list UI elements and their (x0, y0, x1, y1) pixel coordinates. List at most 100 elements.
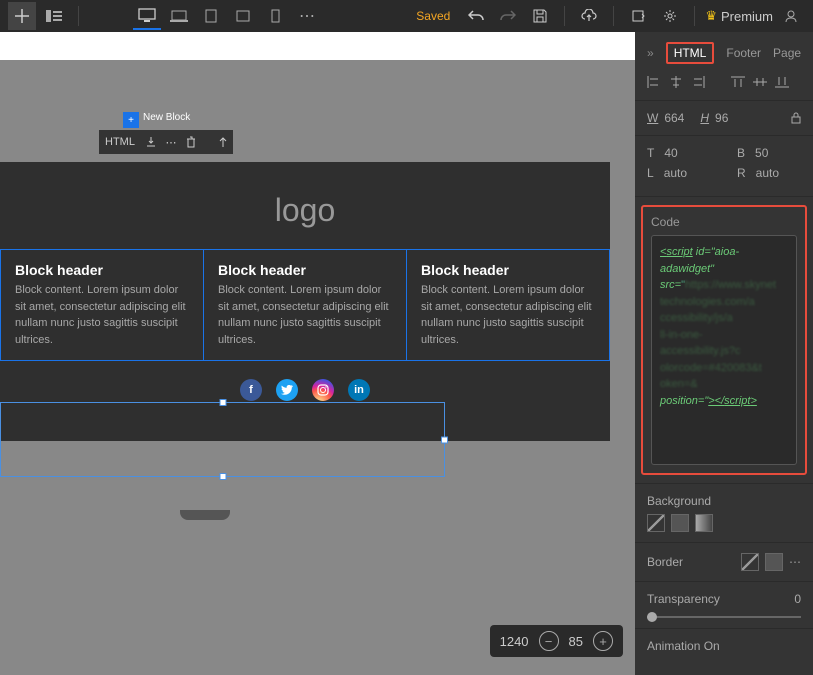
add-block-button[interactable]: + (123, 112, 139, 128)
tablet-icon (205, 9, 217, 23)
bg-none-button[interactable] (647, 514, 665, 532)
align-center-button[interactable] (669, 76, 685, 90)
separator (564, 6, 565, 26)
publish-button[interactable] (575, 2, 603, 30)
pos-top-value[interactable]: 40 (664, 146, 677, 160)
code-editor[interactable]: <script id="aioa-adawidget"src="https://… (651, 235, 797, 465)
alignment-controls (635, 72, 813, 101)
zoom-controls: 1240 − 85 + (490, 625, 623, 657)
canvas-width-value: 1240 (500, 634, 529, 649)
premium-label: Premium (721, 9, 773, 24)
download-block-button[interactable] (141, 136, 161, 148)
border-solid-button[interactable] (765, 553, 783, 571)
block-tab[interactable] (180, 510, 230, 520)
block-toolbar: + New Block HTML ⋯ (99, 130, 233, 154)
saved-status: Saved (416, 9, 450, 23)
device-laptop-button[interactable] (165, 2, 193, 30)
zoom-in-button[interactable]: + (593, 631, 613, 651)
user-icon (784, 9, 798, 23)
zoom-out-button[interactable]: − (539, 631, 559, 651)
align-left-button[interactable] (647, 76, 663, 90)
separator (694, 6, 695, 26)
pos-left-label: L (647, 166, 654, 180)
device-desktop-button[interactable] (133, 2, 161, 30)
code-section: Code <script id="aioa-adawidget"src="htt… (641, 205, 807, 475)
content-column[interactable]: Block header Block content. Lorem ipsum … (204, 250, 407, 360)
animation-section[interactable]: Animation On (635, 628, 813, 663)
instagram-icon[interactable] (312, 379, 334, 401)
block-header: Block header (421, 262, 595, 278)
block-header: Block header (218, 262, 392, 278)
block-more-button[interactable]: ⋯ (161, 136, 181, 149)
transparency-slider[interactable] (647, 616, 801, 618)
account-button[interactable] (777, 2, 805, 30)
height-label: H (700, 111, 709, 125)
background-label: Background (647, 494, 801, 508)
slider-thumb[interactable] (647, 612, 657, 622)
collapse-panel-button[interactable]: » (647, 46, 654, 60)
download-icon (145, 136, 157, 148)
save-button[interactable] (526, 2, 554, 30)
preview-button[interactable] (624, 2, 652, 30)
transparency-label: Transparency (647, 592, 720, 606)
panel-toggle-button[interactable] (40, 2, 68, 30)
laptop-icon (170, 10, 188, 22)
trash-icon (186, 136, 196, 148)
resize-handle-right[interactable] (441, 436, 448, 443)
tab-html[interactable]: HTML (666, 42, 715, 64)
resize-handle-bottom[interactable] (219, 473, 226, 480)
settings-button[interactable] (656, 2, 684, 30)
align-middle-button[interactable] (753, 76, 769, 90)
block-delete-button[interactable] (181, 136, 201, 148)
block-move-up-button[interactable] (213, 136, 233, 148)
content-column[interactable]: Block header Block content. Lorem ipsum … (1, 250, 204, 360)
block-header: Block header (15, 262, 189, 278)
border-more-button[interactable]: ⋯ (789, 555, 801, 569)
cloud-upload-icon (581, 9, 597, 23)
block-type-label: HTML (99, 136, 141, 148)
facebook-icon[interactable]: f (240, 379, 262, 401)
page-content-block[interactable]: logo Block header Block content. Lorem i… (0, 162, 610, 441)
tab-footer[interactable]: Footer (726, 46, 761, 60)
dimensions: W664 H96 (635, 101, 813, 136)
redo-icon (500, 9, 516, 23)
twitter-icon[interactable] (276, 379, 298, 401)
more-devices-button[interactable]: ⋯ (293, 2, 321, 30)
animation-label: Animation On (647, 639, 720, 653)
logo-text: logo (0, 192, 610, 229)
tablet-landscape-icon (236, 10, 250, 22)
panel-tabs: » HTML Footer Page (635, 32, 813, 72)
align-top-button[interactable] (731, 76, 747, 90)
linkedin-icon[interactable]: in (348, 379, 370, 401)
code-label: Code (651, 215, 797, 229)
panel-icon (46, 10, 62, 22)
border-none-button[interactable] (741, 553, 759, 571)
pos-left-value[interactable]: auto (664, 166, 687, 180)
device-tablet-landscape-button[interactable] (229, 2, 257, 30)
pos-top-label: T (647, 146, 654, 160)
bg-gradient-button[interactable] (695, 514, 713, 532)
undo-button[interactable] (462, 2, 490, 30)
tab-page[interactable]: Page (773, 46, 801, 60)
align-right-button[interactable] (691, 76, 707, 90)
height-value[interactable]: 96 (715, 111, 728, 125)
preview-icon (631, 9, 645, 23)
bg-solid-button[interactable] (671, 514, 689, 532)
canvas-area[interactable]: + New Block HTML ⋯ logo Block header Blo… (0, 32, 635, 675)
premium-button[interactable]: ♛ Premium (705, 8, 773, 24)
device-phone-button[interactable] (261, 2, 289, 30)
background-section: Background (635, 483, 813, 542)
lock-aspect-button[interactable] (791, 112, 801, 124)
selection-tool-button[interactable] (8, 2, 36, 30)
width-value[interactable]: 664 (664, 111, 684, 125)
device-tablet-button[interactable] (197, 2, 225, 30)
redo-button[interactable] (494, 2, 522, 30)
pos-right-value[interactable]: auto (756, 166, 779, 180)
align-bottom-button[interactable] (775, 76, 791, 90)
selected-html-element[interactable] (0, 402, 445, 477)
resize-handle-top[interactable] (219, 399, 226, 406)
block-content: Block content. Lorem ipsum dolor sit ame… (15, 282, 189, 348)
pos-bottom-value[interactable]: 50 (755, 146, 768, 160)
content-column[interactable]: Block header Block content. Lorem ipsum … (407, 250, 609, 360)
columns-container[interactable]: Block header Block content. Lorem ipsum … (0, 249, 610, 361)
